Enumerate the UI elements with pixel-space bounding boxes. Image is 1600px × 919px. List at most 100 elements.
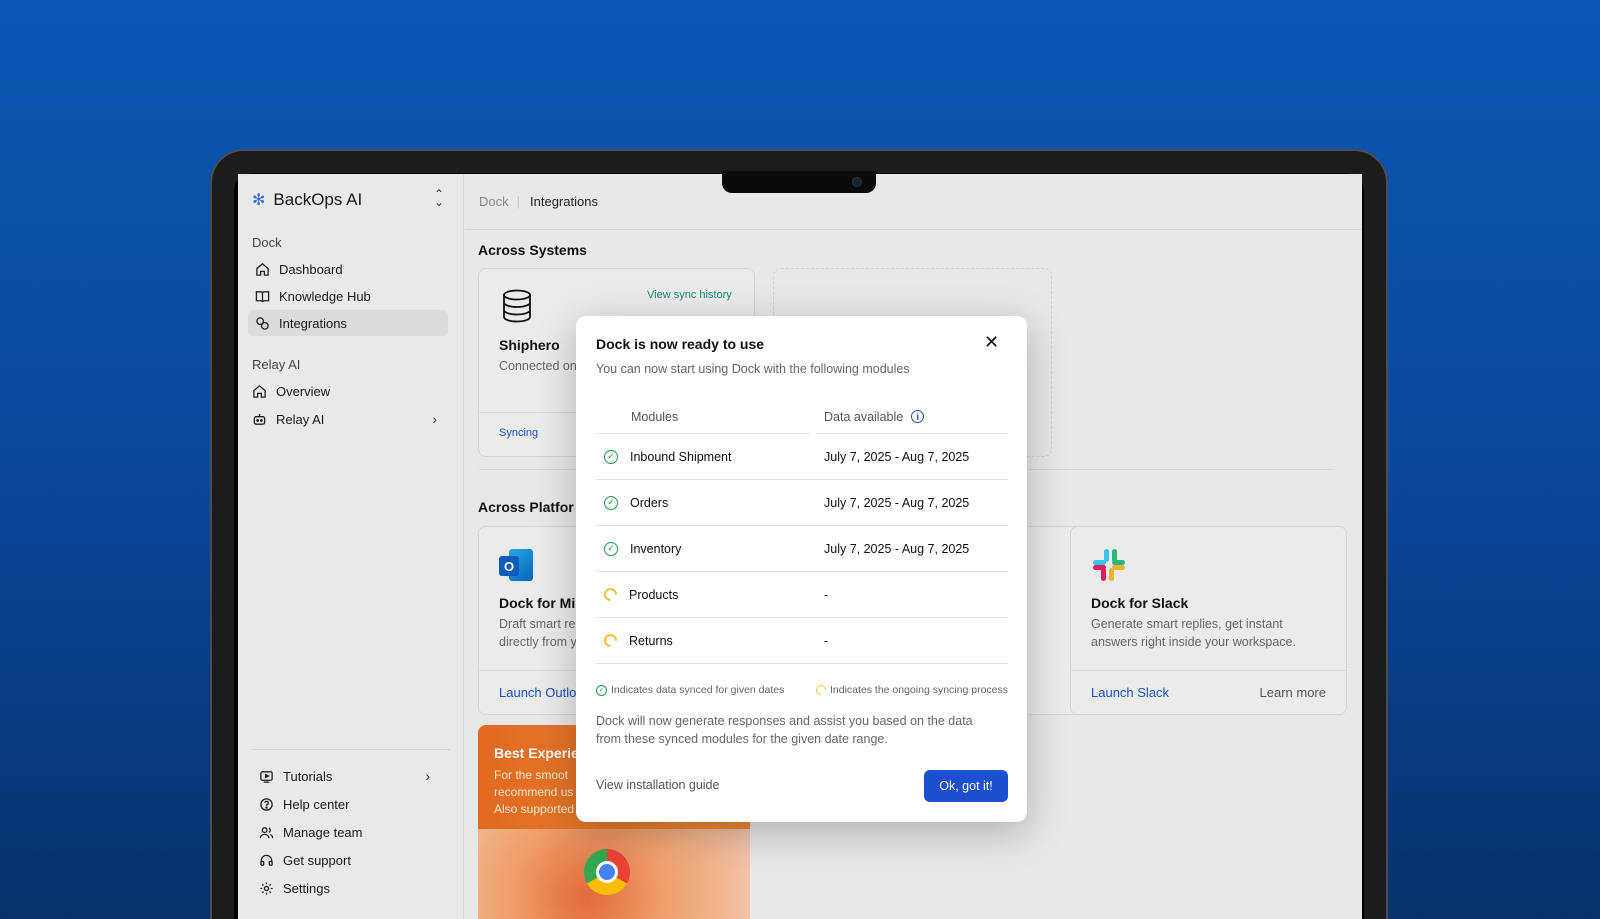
dialog-subtitle: You can now start using Dock with the fo… xyxy=(596,362,910,376)
sidebar-item-label: Manage team xyxy=(283,824,363,840)
sidebar-item-relay-ai[interactable]: Relay AI › xyxy=(245,406,445,432)
sidebar-divider xyxy=(252,749,450,750)
sidebar-item-help-center[interactable]: Help center xyxy=(252,791,438,817)
module-name: Orders xyxy=(630,495,669,510)
section-title-platforms: Across Platfor xyxy=(478,499,574,515)
camera-icon xyxy=(852,177,862,187)
dialog-body: Dock will now generate responses and ass… xyxy=(596,714,973,746)
module-name: Products xyxy=(629,587,679,602)
section-title-systems: Across Systems xyxy=(478,242,587,258)
sidebar-item-overview[interactable]: Overview xyxy=(245,378,445,404)
gear-icon xyxy=(260,881,273,895)
check-circle-icon: ✓ xyxy=(604,541,618,556)
sidebar-item-knowledge-hub[interactable]: Knowledge Hub xyxy=(248,283,448,309)
chevron-right-icon: › xyxy=(425,768,430,784)
section-label-dock: Dock xyxy=(252,235,282,250)
workspace-switch-icon[interactable]: ⌃ ⌄ xyxy=(434,188,444,208)
table-row: Products - xyxy=(596,572,1008,618)
table-row: ✓ Inbound Shipment July 7, 2025 - Aug 7, 2… xyxy=(596,434,1008,480)
slack-icon xyxy=(1093,549,1125,581)
legend-syncing: Indicates the ongoing syncing process xyxy=(813,682,1008,698)
module-cell: ✓ Inbound Shipment xyxy=(596,449,810,464)
section-label-relay: Relay AI xyxy=(252,357,301,372)
headset-icon xyxy=(260,854,273,866)
table-header: Modules Data available i xyxy=(596,400,1008,434)
check-circle-icon: ✓ xyxy=(604,449,618,464)
column-header-data-label: Data available xyxy=(824,409,904,424)
breadcrumb: Dock | Integrations xyxy=(465,174,1362,230)
table-row: ✓ Inventory July 7, 2025 - Aug 7, 2025 xyxy=(596,526,1008,572)
column-header-data: Data available i xyxy=(816,400,1008,434)
dialog-title: Dock is now ready to use xyxy=(596,336,765,352)
tutorial-icon xyxy=(260,770,273,783)
breadcrumb-parent[interactable]: Dock xyxy=(479,194,509,209)
learn-more-link[interactable]: Learn more xyxy=(1260,685,1326,700)
modules-table: Modules Data available i ✓ Inbound Shipme… xyxy=(596,400,1008,664)
check-circle-icon: ✓ xyxy=(596,684,607,696)
integration-desc-1: Draft smart re xyxy=(499,617,576,631)
close-icon[interactable]: ✕ xyxy=(984,332,999,352)
brand-logo-icon: ✻ xyxy=(252,192,266,209)
data-range: July 7, 2025 - Aug 7, 2025 xyxy=(824,541,970,556)
promo-title: Best Experie xyxy=(494,745,579,761)
integration-name: Dock for Slack xyxy=(1091,595,1189,611)
sidebar-item-label: Integrations xyxy=(279,315,347,331)
legend-synced-label: Indicates data synced for given dates xyxy=(611,684,785,696)
launch-outlook-link[interactable]: Launch Outlo xyxy=(499,685,576,700)
module-cell: Products xyxy=(596,585,810,604)
table-row: Returns - xyxy=(596,618,1008,664)
column-header-modules: Modules xyxy=(596,400,810,434)
sidebar-item-label: Get support xyxy=(283,852,351,868)
data-range: - xyxy=(824,587,829,602)
sidebar-item-label: Overview xyxy=(276,383,331,399)
breadcrumb-separator: | xyxy=(516,194,521,209)
module-cell: ✓ Inventory xyxy=(596,541,810,556)
syncing-spinner-icon xyxy=(601,585,620,604)
table-row: ✓ Orders July 7, 2025 - Aug 7, 2025 xyxy=(596,480,1008,526)
syncing-spinner-icon xyxy=(813,682,829,698)
info-icon[interactable]: i xyxy=(911,410,925,423)
view-sync-history-link[interactable]: View sync history xyxy=(647,289,732,301)
brand[interactable]: ✻ BackOps AI xyxy=(252,190,362,210)
home-icon xyxy=(256,262,269,276)
card-footer: Launch Slack Learn more xyxy=(1071,670,1346,714)
module-name: Inventory xyxy=(630,541,682,556)
module-name: Returns xyxy=(629,633,673,648)
sidebar-item-integrations[interactable]: Integrations xyxy=(248,310,448,336)
module-cell: Returns xyxy=(596,631,810,650)
sidebar-item-get-support[interactable]: Get support xyxy=(252,847,438,873)
legend-synced: ✓ Indicates data synced for given dates xyxy=(596,684,784,696)
brand-name: BackOps AI xyxy=(273,190,363,209)
team-icon xyxy=(259,826,274,838)
sidebar: ✻ BackOps AI ⌃ ⌄ Dock Dashboard Knowledge… xyxy=(238,174,464,919)
syncing-status: Syncing xyxy=(499,427,539,439)
installation-guide-link[interactable]: View installation guide xyxy=(596,778,719,792)
sidebar-item-dashboard[interactable]: Dashboard xyxy=(248,256,448,282)
sidebar-item-tutorials[interactable]: Tutorials › xyxy=(252,763,438,789)
integration-name: Shiphero xyxy=(499,337,560,353)
help-icon xyxy=(260,797,273,811)
module-name: Inbound Shipment xyxy=(630,449,732,464)
ok-button[interactable]: Ok, got it! xyxy=(924,770,1008,802)
database-icon xyxy=(503,289,531,323)
breadcrumb-current: Integrations xyxy=(530,194,598,209)
ready-dialog: Dock is now ready to use ✕ You can now s… xyxy=(576,316,1027,822)
launch-slack-link[interactable]: Launch Slack xyxy=(1091,685,1169,700)
integration-desc: Generate smart replies, get instant answ… xyxy=(1091,617,1296,649)
data-range: - xyxy=(824,633,829,648)
syncing-spinner-icon xyxy=(601,631,620,650)
data-range: July 7, 2025 - Aug 7, 2025 xyxy=(824,449,970,464)
camera-notch xyxy=(722,171,876,193)
integrations-icon xyxy=(256,316,269,330)
sidebar-item-label: Knowledge Hub xyxy=(279,288,371,304)
sidebar-item-label: Relay AI xyxy=(276,411,325,427)
sidebar-item-manage-team[interactable]: Manage team xyxy=(252,819,438,845)
slack-card: Dock for Slack Generate smart replies, g… xyxy=(1070,526,1347,715)
sidebar-item-label: Help center xyxy=(283,796,350,812)
integration-desc-2: directly from y xyxy=(499,635,577,649)
home-icon xyxy=(253,384,266,398)
integration-name: Dock for Mi xyxy=(499,595,576,611)
sidebar-item-settings[interactable]: Settings xyxy=(252,875,438,901)
module-cell: ✓ Orders xyxy=(596,495,810,510)
outlook-icon: O xyxy=(499,549,533,581)
